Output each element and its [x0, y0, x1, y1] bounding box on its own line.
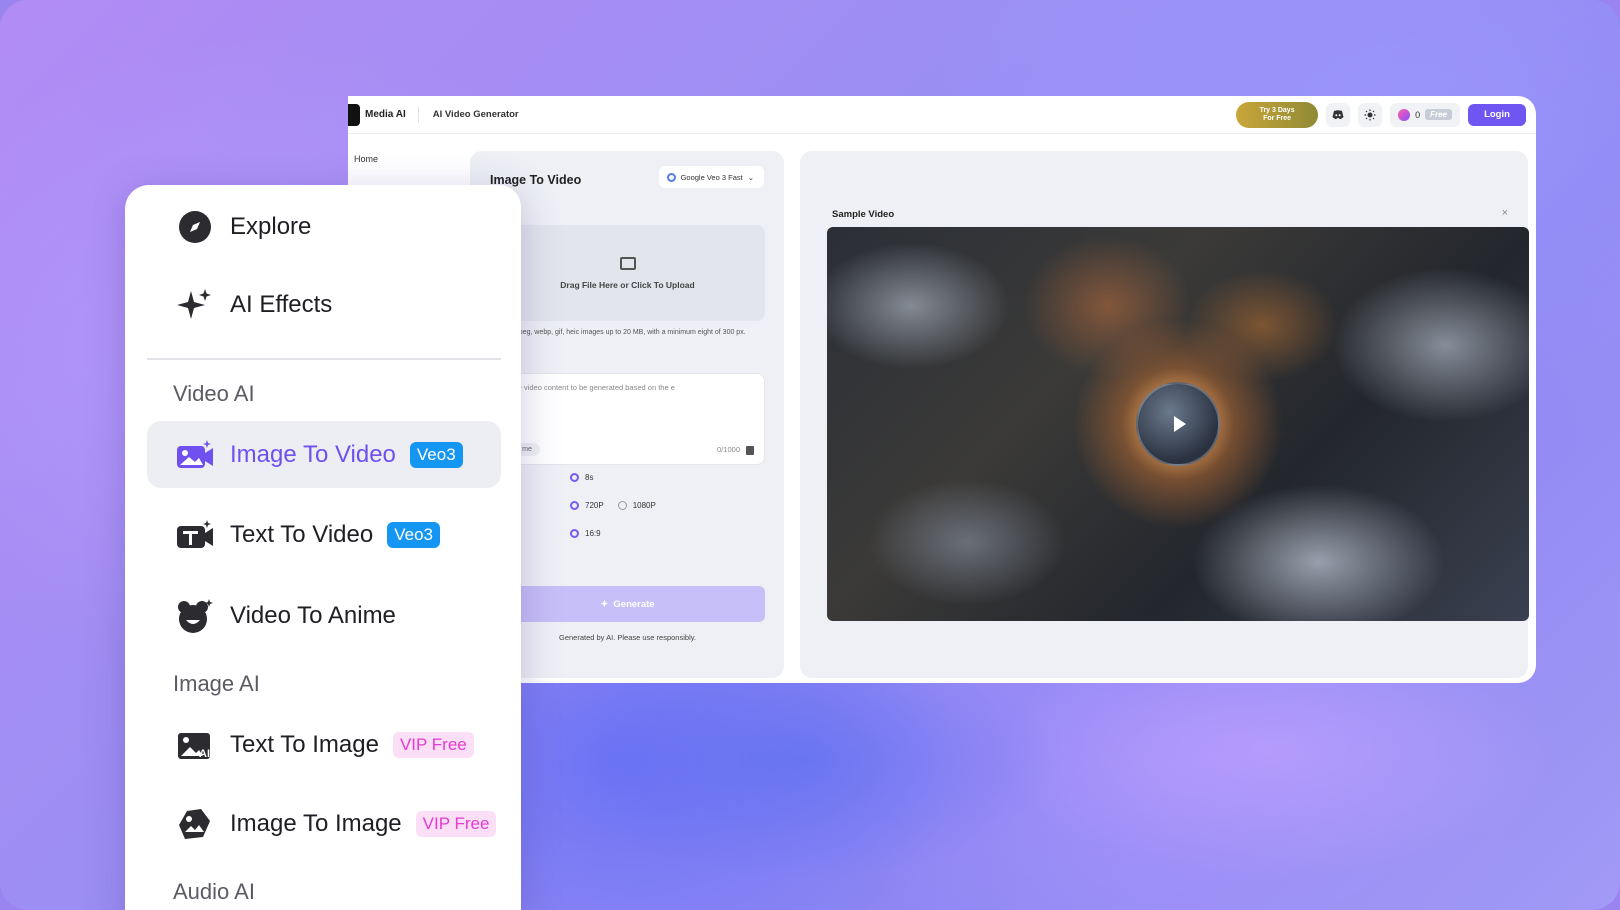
anime-face-icon: [175, 596, 215, 636]
vip-free-badge: VIP Free: [392, 732, 474, 758]
menu-item-video-to-anime[interactable]: Video To Anime: [175, 596, 396, 636]
logo-icon[interactable]: [348, 103, 360, 126]
menu-label: Explore: [230, 213, 312, 240]
compass-icon: [175, 207, 215, 247]
resolution-radio-1080[interactable]: [617, 501, 627, 510]
menu-item-explore[interactable]: Explore: [175, 207, 311, 247]
plan-badge: Free: [1425, 109, 1452, 120]
sparkles-icon: [175, 285, 215, 325]
text-image-icon: AI: [175, 725, 215, 765]
menu-label: Video To Anime: [230, 602, 396, 629]
prompt-input[interactable]: be the video content to be generated bas…: [490, 373, 765, 465]
play-icon: [1174, 416, 1186, 432]
credits-indicator[interactable]: 0 Free: [1390, 102, 1460, 127]
sidebar-item-home[interactable]: Home: [348, 134, 470, 184]
login-button[interactable]: Login: [1468, 103, 1526, 126]
duration-value: 8s: [585, 473, 594, 482]
discord-icon[interactable]: [1326, 102, 1351, 127]
prompt-placeholder: be the video content to be generated bas…: [501, 383, 675, 392]
ratio-radio[interactable]: [570, 529, 579, 538]
menu-item-image-to-video[interactable]: Image To Video Veo3: [175, 435, 463, 475]
resolution-1080: 1080P: [632, 501, 656, 510]
coin-icon: [1398, 108, 1411, 121]
chevron-down-icon: ⌄: [747, 172, 754, 182]
menu-item-text-to-video[interactable]: Text To Video Veo3: [175, 515, 440, 555]
divider: [417, 106, 419, 123]
model-select[interactable]: Google Veo 3 Fast ⌄: [658, 166, 764, 188]
generate-button[interactable]: ✦ Generate: [490, 586, 765, 622]
sun-icon[interactable]: [1358, 102, 1383, 127]
resolution-radio-720[interactable]: [570, 501, 579, 510]
nav-menu-card: Explore AI Effects Video AI Image To Vid…: [125, 185, 521, 910]
ratio-value: 16:9: [585, 529, 601, 538]
brand-name[interactable]: Media AI: [365, 109, 406, 120]
menu-item-text-to-image[interactable]: AI Text To Image VIP Free: [175, 725, 474, 765]
section-video-ai: Video AI: [173, 381, 255, 406]
menu-label: Image To Video: [230, 441, 396, 468]
duration-radio[interactable]: [570, 473, 579, 482]
menu-divider: [147, 358, 501, 360]
text-video-icon: [175, 515, 215, 555]
google-icon: [666, 172, 676, 182]
sparkle-icon: ✦: [600, 598, 609, 610]
disclaimer: Generated by AI. Please use responsibly.: [558, 633, 697, 642]
image-image-icon: [175, 804, 215, 844]
menu-label: Text To Image: [230, 731, 379, 758]
upload-image-icon: [619, 256, 636, 270]
veo3-badge: Veo3: [409, 442, 463, 468]
credits-count: 0: [1415, 109, 1421, 120]
section-audio-ai: Audio AI: [173, 879, 255, 904]
resolution-720: 720P: [585, 501, 604, 510]
promo-line: For Free: [1263, 114, 1292, 122]
menu-item-ai-effects[interactable]: AI Effects: [175, 285, 332, 325]
svg-text:AI: AI: [199, 748, 210, 760]
promo-line: Try 3 Days: [1259, 106, 1295, 114]
veo3-badge: Veo3: [387, 522, 440, 548]
preview-panel: Sample Video ×: [800, 151, 1529, 678]
section-image-ai: Image AI: [173, 671, 260, 696]
char-counter: 0/1000: [717, 445, 740, 454]
menu-item-image-to-image[interactable]: Image To Image VIP Free: [175, 804, 497, 844]
close-icon[interactable]: ×: [1502, 207, 1508, 219]
trash-icon[interactable]: [746, 446, 754, 455]
menu-label: Text To Video: [230, 521, 374, 548]
upload-dropzone[interactable]: Drag File Here or Click To Upload: [490, 225, 765, 321]
top-bar: Media AI AI Video Generator Try 3 Days F…: [348, 96, 1536, 134]
app-window: Media AI AI Video Generator Try 3 Days F…: [348, 96, 1536, 683]
sample-video-title: Sample Video: [832, 209, 895, 220]
vip-free-badge: VIP Free: [415, 811, 497, 837]
menu-label: Image To Image: [230, 810, 402, 837]
menu-label: AI Effects: [230, 291, 333, 318]
upload-note: pg, png, jpeg, webp, gif, heic images up…: [490, 329, 746, 336]
model-select-value: Google Veo 3 Fast: [680, 172, 743, 182]
page-title: AI Video Generator: [432, 109, 519, 120]
sample-video[interactable]: [827, 227, 1529, 621]
image-video-icon: [175, 435, 215, 475]
play-button[interactable]: [1136, 382, 1220, 466]
trial-promo-button[interactable]: Try 3 Days For Free: [1236, 101, 1319, 128]
generate-label: Generate: [613, 598, 655, 610]
upload-label: Drag File Here or Click To Upload: [560, 279, 695, 290]
top-bar-actions: Try 3 Days For Free 0 Free Login: [1236, 101, 1526, 128]
